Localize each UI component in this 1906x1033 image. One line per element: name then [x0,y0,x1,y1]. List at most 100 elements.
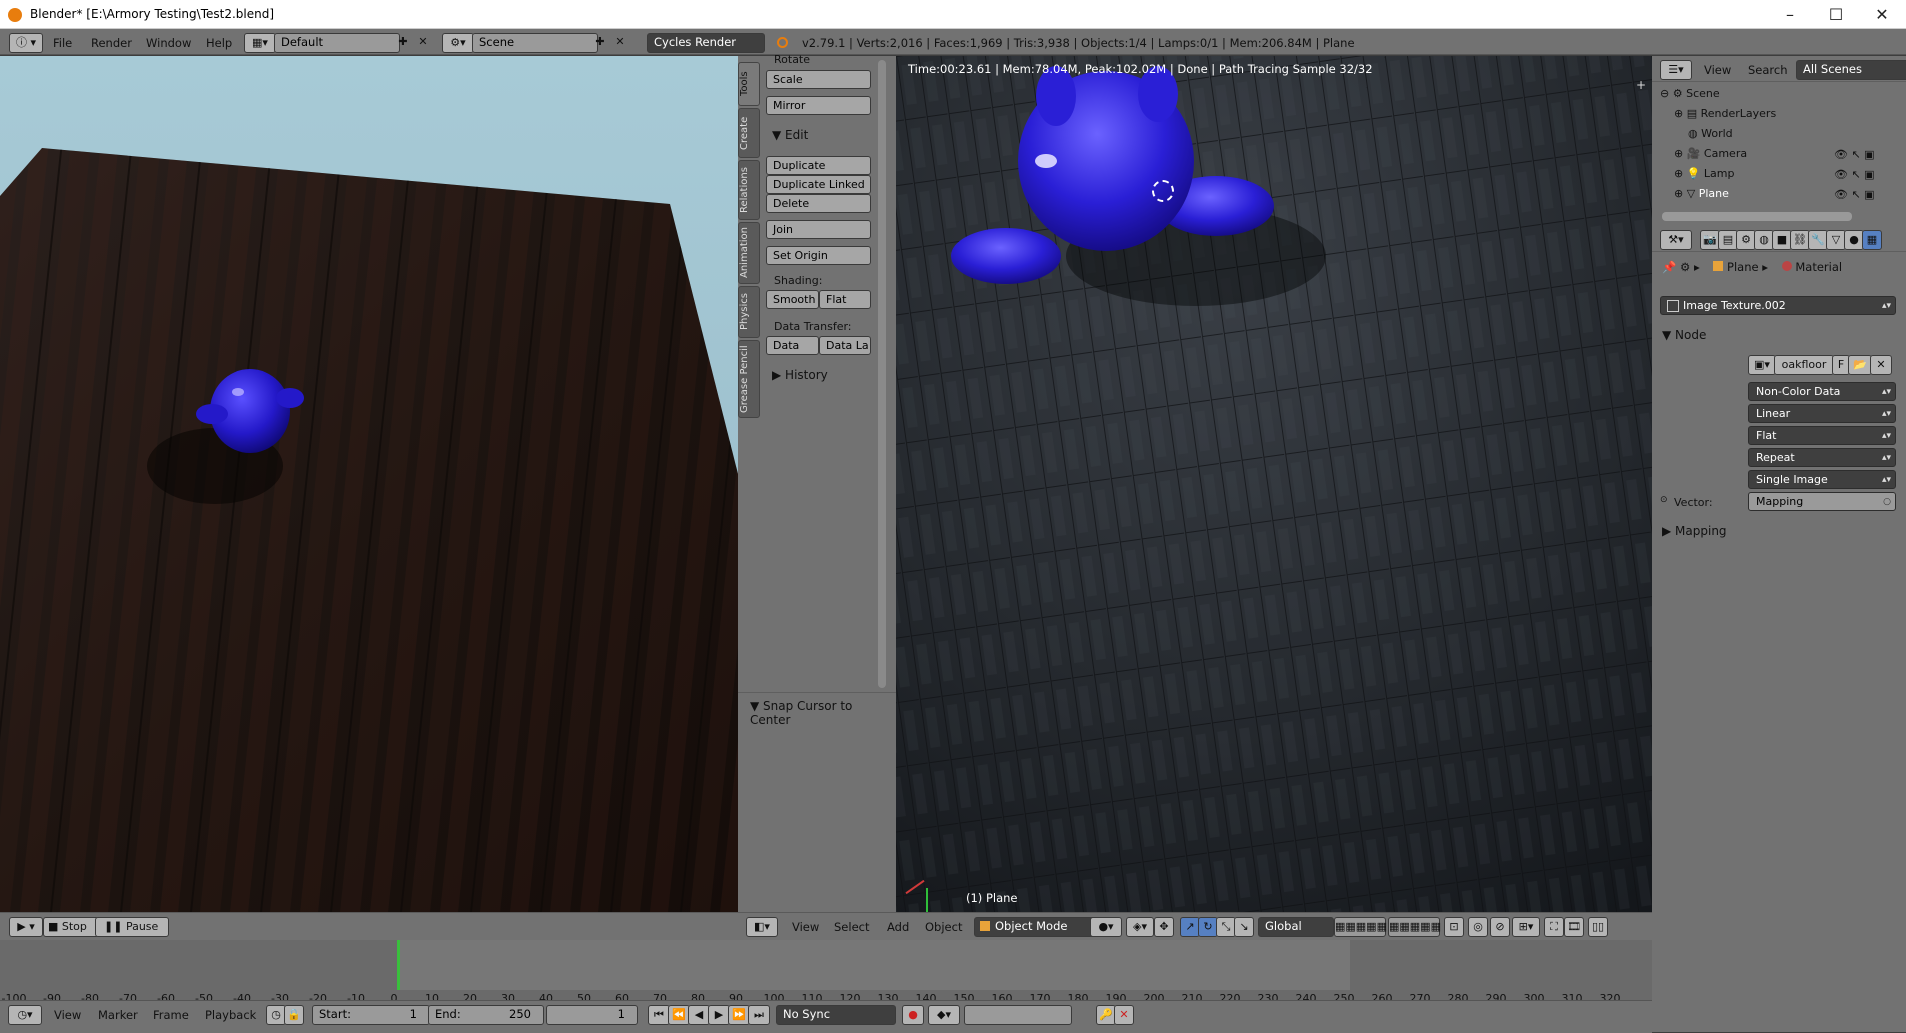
data-layers-button[interactable]: Data La [819,336,871,355]
snap-element-icon[interactable]: ⊞▾ [1512,917,1540,937]
current-frame-field[interactable]: 1 [546,1005,638,1025]
flat-button[interactable]: Flat [819,290,871,309]
translate-manipulator-icon[interactable]: ↗ [1180,917,1200,937]
rotate-button-partial[interactable]: Rotate [774,53,810,66]
image-datablock[interactable]: ▣▾ oakfloor F 📂 ✕ [1748,355,1896,375]
delete-button[interactable]: Delete [766,194,871,213]
outliner-menu-search[interactable]: Search [1748,63,1788,77]
add-screen-icon[interactable]: ✚ [394,33,412,51]
3d-viewport[interactable]: Time:00:23.61 | Mem:78.04M, Peak:102.02M… [896,56,1652,912]
play-reverse-icon[interactable]: ◀ [688,1005,710,1025]
editor-type-properties-icon[interactable]: ⚒▾ [1660,230,1692,250]
rotate-manipulator-icon[interactable]: ↻ [1198,917,1218,937]
delete-keyframe-icon[interactable]: ✕ [1114,1005,1134,1025]
mirror-button[interactable]: Mirror [766,96,871,115]
add-scene-icon[interactable]: ✚ [591,33,609,51]
tab-tools[interactable]: Tools [738,62,760,106]
jump-end-icon[interactable]: ⏭ [748,1005,770,1025]
object-tab-icon[interactable]: ■ [1772,230,1792,250]
render-layers-tab-icon[interactable]: ▤ [1718,230,1738,250]
editor-type-3d-icon[interactable]: ◧▾ [746,917,778,937]
remove-scene-icon[interactable]: ✕ [611,33,629,51]
screen-layout-icon[interactable]: ▦▾ [244,33,276,53]
timeline-menu-playback[interactable]: Playback [205,1008,256,1022]
auto-keying-icon[interactable]: ● [902,1005,924,1025]
viewport-menu-select[interactable]: Select [834,920,869,934]
operator-panel-header[interactable]: ▼ Snap Cursor to Center [750,699,896,727]
set-origin-button[interactable]: Set Origin [766,246,871,265]
outliner-scrollbar[interactable] [1662,212,1852,221]
duplicate-linked-button[interactable]: Duplicate Linked [766,175,871,194]
timeline[interactable]: -100 -90 -80 -70 -60 -50 -40 -30 -20 -10 0 10 20 30 40… [0,940,1652,1005]
split-view-icon[interactable]: ▯▯ [1588,917,1608,937]
mapping-panel-header[interactable]: ▶ Mapping [1662,524,1727,538]
outliner-row-scene[interactable]: ⊖ ⚙ Scene [1660,84,1900,104]
layer-buttons-icon[interactable]: ▦▦▦▦▦ [1334,917,1387,937]
operator-panel[interactable]: ▼ Snap Cursor to Center [738,692,896,912]
duplicate-button[interactable]: Duplicate [766,156,871,175]
snap-toggle-icon[interactable]: ⊘ [1490,917,1510,937]
render-engine-select[interactable]: Cycles Render [647,33,765,53]
outliner-menu-view[interactable]: View [1704,63,1731,77]
visibility-eye-icon[interactable]: 👁 ↖ ▣ [1834,148,1875,161]
material-tab-icon[interactable]: ● [1844,230,1864,250]
image-name-field[interactable]: oakfloor [1774,355,1834,375]
texture-tab-icon[interactable]: ▦ [1862,230,1882,250]
menu-window[interactable]: Window [146,36,191,50]
start-frame-field[interactable]: Start: 1 [312,1005,430,1025]
keying-set-icon[interactable]: ◆▾ [928,1005,960,1025]
visibility-eye-icon[interactable]: 👁 ↖ ▣ [1834,188,1875,201]
viewport-menu-add[interactable]: Add [887,920,909,934]
minimize-button[interactable]: – [1767,3,1813,27]
sync-mode-select[interactable]: No Sync [776,1005,896,1025]
manipulator-toggle-icon[interactable]: ✥ [1154,917,1174,937]
editor-type-outliner-icon[interactable]: ☰▾ [1660,60,1692,80]
tab-grease-pencil[interactable]: Grease Pencil [738,340,760,418]
scale-manipulator-icon[interactable]: ⤡ [1216,917,1236,937]
proportional-edit-icon[interactable]: ◎ [1468,917,1488,937]
scene-field[interactable]: Scene [472,33,598,53]
lock-layer-icon[interactable]: ⊡ [1444,917,1464,937]
render-tab-icon[interactable]: 📷 [1700,230,1720,250]
outliner-display-filter[interactable]: All Scenes [1796,60,1906,80]
browse-image-icon[interactable]: ▣▾ [1748,355,1776,375]
smooth-button[interactable]: Smooth [766,290,819,309]
unlink-image-icon[interactable]: ✕ [1870,355,1892,375]
node-selector[interactable]: Image Texture.002 ▴▾ [1660,296,1896,315]
opengl-render-icon[interactable]: ⛶ [1544,917,1564,937]
viewport-shading-icon[interactable]: ●▾ [1090,917,1122,937]
menu-render[interactable]: Render [91,36,132,50]
jump-next-keyframe-icon[interactable]: ⏩ [728,1005,750,1025]
source-select[interactable]: Single Image ▴▾ [1748,470,1896,489]
timeline-menu-marker[interactable]: Marker [98,1008,138,1022]
tab-create[interactable]: Create [738,108,760,158]
lock-time-cursor-icon[interactable]: 🔒 [284,1005,304,1025]
play-icon[interactable]: ▶ [708,1005,730,1025]
node-panel-header[interactable]: ▼ Node [1662,328,1706,342]
color-space-select[interactable]: Non-Color Data ▴▾ [1748,382,1896,401]
scale-button[interactable]: Scale [766,70,871,89]
menu-help[interactable]: Help [206,36,232,50]
close-button[interactable]: ✕ [1859,3,1905,27]
constraints-tab-icon[interactable]: ⛓ [1790,230,1810,250]
pause-render-button[interactable]: ❚❚ Pause [95,917,169,937]
jump-start-icon[interactable]: ⏮ [648,1005,670,1025]
interpolation-select[interactable]: Linear ▴▾ [1748,404,1896,423]
screen-layout-field[interactable]: Default [274,33,400,53]
data-tab-icon[interactable]: ▽ [1826,230,1846,250]
pivot-point-icon[interactable]: ◈▾ [1126,917,1154,937]
timeline-menu-view[interactable]: View [54,1008,81,1022]
extension-select[interactable]: Repeat ▴▾ [1748,448,1896,467]
scene-tab-icon[interactable]: ⚙ [1736,230,1756,250]
menu-file[interactable]: File [53,36,72,50]
interaction-mode-select[interactable]: Object Mode [974,917,1106,937]
insert-keyframe-icon[interactable]: 🔑 [1096,1005,1116,1025]
opengl-animation-icon[interactable]: 🎞 [1564,917,1584,937]
timeline-menu-frame[interactable]: Frame [153,1008,189,1022]
pin-icon[interactable]: 📌 [1662,260,1676,274]
viewport-corner-plus-icon[interactable]: + [1636,78,1646,92]
outliner-row-world[interactable]: ◍ World [1688,124,1906,144]
visibility-eye-icon[interactable]: 👁 ↖ ▣ [1834,168,1875,181]
projection-select[interactable]: Flat ▴▾ [1748,426,1896,445]
preview-range-icon[interactable]: ◷ [266,1005,286,1025]
